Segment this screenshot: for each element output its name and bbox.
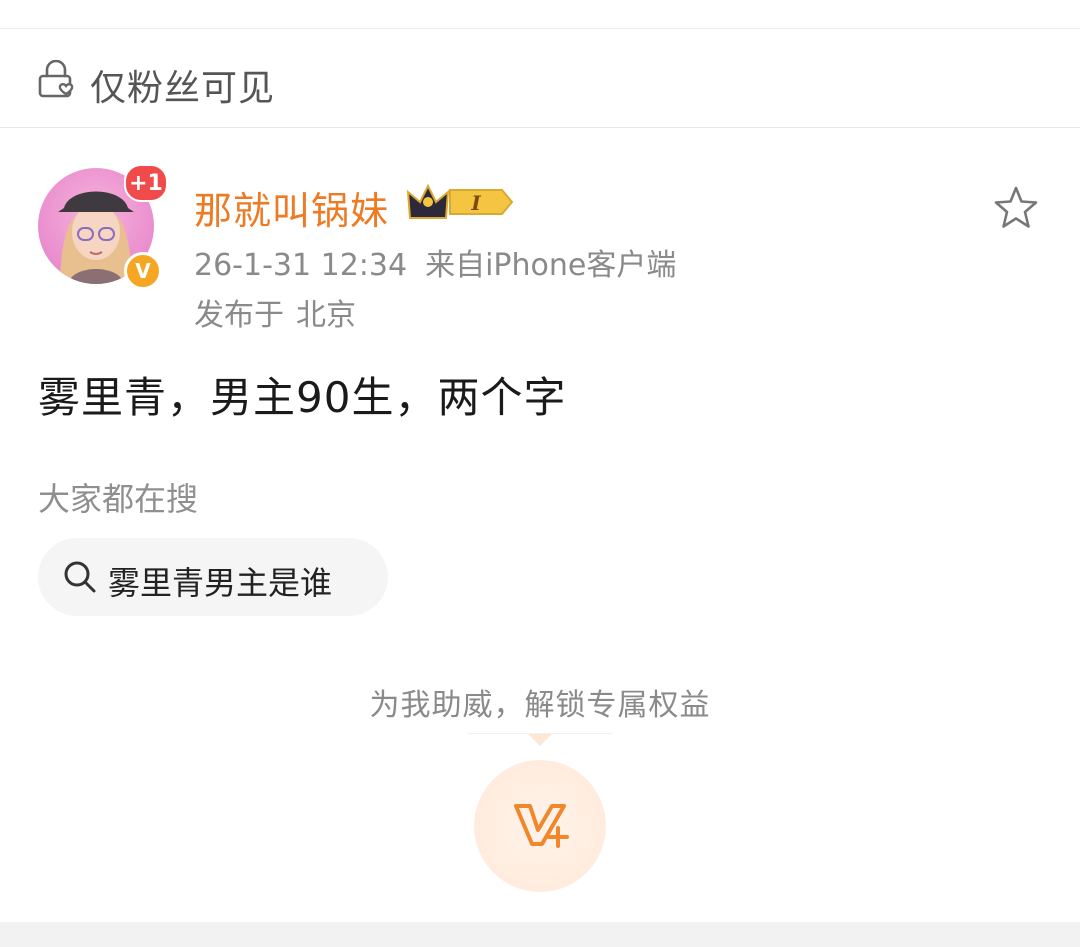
verified-badge: V xyxy=(124,252,162,290)
top-divider-bar xyxy=(0,0,1080,29)
avatar[interactable]: +1 V xyxy=(38,164,168,290)
vip-level-text: I xyxy=(470,191,481,215)
location-prefix: 发布于 xyxy=(194,298,284,333)
hot-search-heading: 大家都在搜 xyxy=(38,480,199,518)
v-plus-icon xyxy=(514,804,569,848)
hot-search-chip[interactable]: 雾里青男主是谁 xyxy=(38,538,388,616)
post-meta: 26-1-31 12:34 来自iPhone客户端 xyxy=(194,240,676,284)
support-pointer xyxy=(528,734,552,746)
post-text: 雾里青，男主90生，两个字 xyxy=(38,373,567,422)
star-icon[interactable] xyxy=(992,184,1040,232)
crown-icon[interactable]: I xyxy=(406,180,516,224)
post-source: 来自iPhone客户端 xyxy=(425,248,677,283)
visibility-label: 仅粉丝可见 xyxy=(90,68,276,109)
location-name: 北京 xyxy=(296,298,356,333)
lock-heart-icon xyxy=(38,60,74,98)
author-name[interactable]: 那就叫锅妹 xyxy=(194,180,389,235)
visibility-bar: 仅粉丝可见 xyxy=(0,29,1080,128)
support-prompt: 为我助威，解锁专属权益 xyxy=(369,688,711,723)
hot-search-query: 雾里青男主是谁 xyxy=(108,564,333,602)
search-icon xyxy=(64,561,96,593)
post-time: 26-1-31 12:34 xyxy=(194,248,408,283)
follow-count-badge: +1 xyxy=(124,164,168,202)
post-location: 发布于 北京 xyxy=(194,290,356,334)
support-button[interactable] xyxy=(474,760,606,892)
bottom-bar xyxy=(0,922,1080,947)
